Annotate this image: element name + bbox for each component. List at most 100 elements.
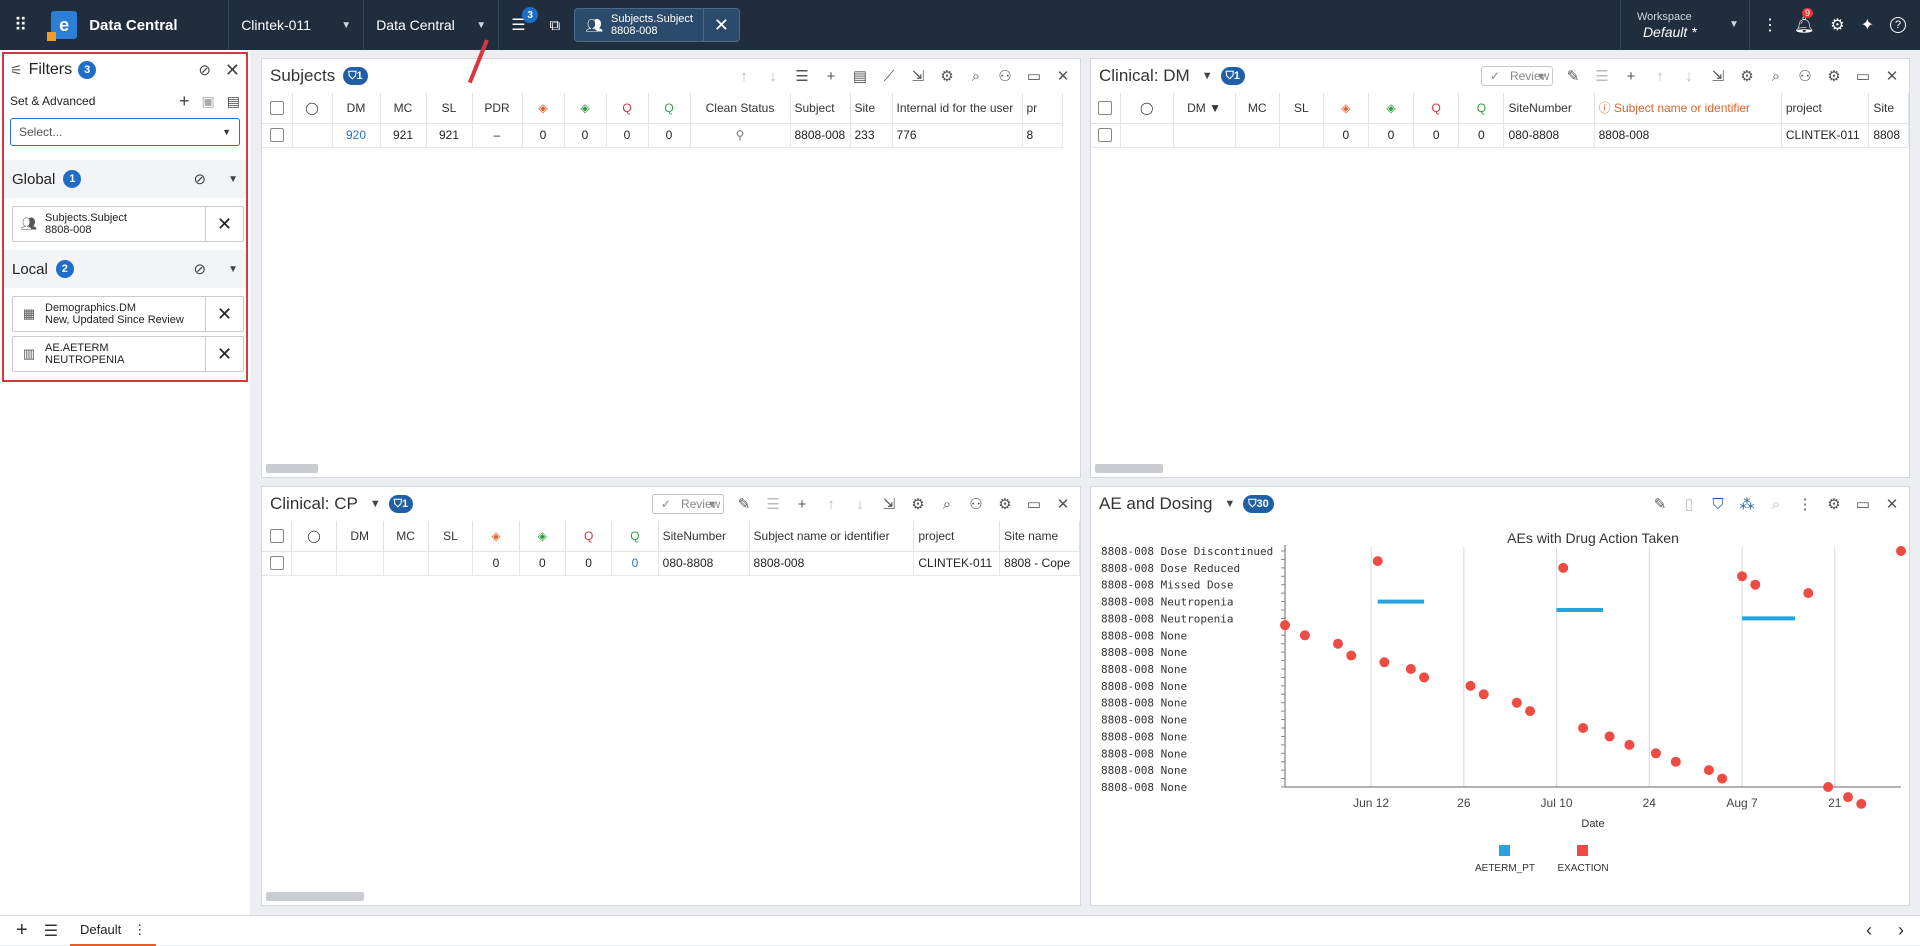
pencil-icon[interactable]: ✎ xyxy=(1651,495,1669,513)
select-all-checkbox[interactable] xyxy=(269,529,284,544)
horizontal-scrollbar[interactable] xyxy=(266,464,318,473)
cell-query-answered[interactable]: 0 xyxy=(611,551,659,576)
chevron-right-icon[interactable]: › xyxy=(1898,920,1904,941)
more-options-icon[interactable]: ⋮ xyxy=(1796,495,1814,513)
export-icon[interactable]: ⇲ xyxy=(1709,67,1727,85)
add-tab-icon[interactable]: + xyxy=(16,919,28,942)
gear-icon[interactable]: ⚙ xyxy=(938,67,956,85)
col-project[interactable]: project xyxy=(1781,93,1870,124)
query-answered-icon[interactable]: Q xyxy=(648,93,691,124)
export-icon[interactable]: ⇲ xyxy=(909,67,927,85)
close-icon[interactable]: ✕ xyxy=(1054,495,1072,513)
col-pr[interactable]: pr xyxy=(1022,93,1063,124)
remove-filter-button[interactable]: ✕ xyxy=(205,297,243,331)
linked-windows-icon[interactable]: ⧉ xyxy=(550,17,561,34)
shapes-icon[interactable]: ⁂ xyxy=(1738,495,1756,513)
arrow-down-icon[interactable]: ↓ xyxy=(1680,68,1698,85)
user-check-icon[interactable]: ⚇ xyxy=(1796,67,1814,85)
col-sl[interactable]: SL xyxy=(428,521,474,552)
help-icon[interactable]: ? xyxy=(1890,17,1906,33)
more-options-icon[interactable]: ⋮ xyxy=(1762,15,1778,35)
col-dm[interactable]: DM ▼ xyxy=(1173,93,1236,124)
settings-icon[interactable]: ⚙ xyxy=(1825,495,1843,513)
clear-filters-icon[interactable]: ⊘ xyxy=(194,170,207,188)
document-icon[interactable]: ▤ xyxy=(851,67,869,85)
tab-list-icon[interactable]: ☰ xyxy=(44,921,58,941)
col-site[interactable]: Site xyxy=(1868,93,1909,124)
module-selector[interactable]: Data Central ▼ xyxy=(364,0,500,50)
clipboard-icon[interactable]: ▯ xyxy=(1680,495,1698,513)
gear-icon[interactable]: ⚙ xyxy=(909,495,927,513)
search-icon[interactable]: ⌕ xyxy=(967,68,985,85)
line-chart-icon[interactable]: ⟋ xyxy=(880,68,898,85)
chevron-down-icon[interactable]: ▼ xyxy=(228,174,238,185)
more-options-icon[interactable]: ⋮ xyxy=(133,922,146,938)
close-icon[interactable]: ✕ xyxy=(1883,67,1901,85)
table-row[interactable]: 920 921 921 – 0 0 0 0 ⚲ 8808-008 233 776… xyxy=(262,123,1063,148)
tag-check-icon[interactable]: ◈ xyxy=(564,93,607,124)
col-site-name[interactable]: Site name xyxy=(999,521,1080,552)
chevron-down-icon[interactable]: ▼ xyxy=(228,264,238,275)
horizontal-scrollbar[interactable] xyxy=(266,892,364,901)
list-icon[interactable]: ☰ xyxy=(764,495,782,513)
chevron-down-icon[interactable]: ▼ xyxy=(1202,70,1213,82)
clear-filters-icon[interactable]: ⊘ xyxy=(198,61,211,79)
query-answered-icon[interactable]: Q xyxy=(1458,93,1505,124)
user-check-icon[interactable]: ⚇ xyxy=(996,67,1014,85)
table-row[interactable]: 0 0 0 0 080-8808 8808-008 CLINTEK-011 88… xyxy=(1091,123,1909,148)
remove-filter-button[interactable]: ✕ xyxy=(205,337,243,371)
settings-icon[interactable]: ⚙ xyxy=(996,495,1014,513)
chevron-left-icon[interactable]: ‹ xyxy=(1866,920,1872,941)
col-dm[interactable]: DM xyxy=(336,521,384,552)
chevron-down-icon[interactable]: ▼ xyxy=(370,498,381,510)
layout-icon[interactable]: ▭ xyxy=(1854,495,1872,513)
close-icon[interactable]: ✕ xyxy=(1054,67,1072,85)
comment-icon[interactable]: ◯ xyxy=(291,521,337,552)
study-selector[interactable]: Clintek-011 ▼ xyxy=(229,0,365,50)
filter-toggle-button[interactable]: ☰ 3 xyxy=(511,7,539,35)
col-project[interactable]: project xyxy=(913,521,1001,552)
edit-review-icon[interactable]: ✎ xyxy=(735,495,753,513)
col-pdr[interactable]: PDR xyxy=(472,93,523,124)
settings-icon[interactable]: ⚙ xyxy=(1825,67,1843,85)
col-site[interactable]: Site xyxy=(850,93,893,124)
tag-icon[interactable]: ◈ xyxy=(522,93,565,124)
col-sl[interactable]: SL xyxy=(1279,93,1324,124)
workspace-selector[interactable]: Workspace Default * ▼ xyxy=(1619,0,1750,50)
review-button[interactable]: ✓ Review ▾ xyxy=(651,494,724,514)
col-subject[interactable]: Subject xyxy=(790,93,851,124)
query-icon[interactable]: Q xyxy=(1413,93,1460,124)
col-subject-name[interactable]: ⓘ Subject name or identifier xyxy=(1594,93,1782,124)
review-button[interactable]: ✓ Review ▾ xyxy=(1480,66,1553,86)
chevron-down-icon[interactable]: ▼ xyxy=(1224,498,1235,510)
tag-icon[interactable]: ◈ xyxy=(1323,93,1369,124)
remove-filter-button[interactable]: ✕ xyxy=(205,207,243,241)
notifications-button[interactable]: 🔔︎ 9 xyxy=(1794,8,1814,35)
layout-icon[interactable]: ▭ xyxy=(1854,67,1872,85)
select-all-checkbox[interactable] xyxy=(269,101,284,116)
apps-menu-button[interactable]: ⠿ xyxy=(0,0,39,50)
search-icon[interactable]: ⌕ xyxy=(938,496,956,513)
list-icon[interactable]: ☰ xyxy=(793,67,811,85)
row-checkbox[interactable] xyxy=(269,556,284,571)
gear-icon[interactable]: ⚙ xyxy=(1738,67,1756,85)
col-dm[interactable]: DM xyxy=(332,93,381,124)
close-icon[interactable]: ✕ xyxy=(225,60,240,81)
col-sl[interactable]: SL xyxy=(426,93,473,124)
tag-check-icon[interactable]: ◈ xyxy=(519,521,566,552)
query-answered-icon[interactable]: Q xyxy=(611,521,659,552)
col-sitenumber[interactable]: SiteNumber xyxy=(658,521,750,552)
arrow-up-icon[interactable]: ↑ xyxy=(735,68,753,85)
search-icon[interactable]: ⌕ xyxy=(1767,68,1785,85)
comment-icon[interactable]: ◯ xyxy=(1120,93,1174,124)
local-filter-card[interactable]: ▦ Demographics.DM New, Updated Since Revi… xyxy=(12,296,244,332)
add-icon[interactable]: + xyxy=(179,91,190,112)
arrow-down-icon[interactable]: ↓ xyxy=(851,496,869,513)
row-checkbox[interactable] xyxy=(269,128,284,143)
save-icon[interactable]: ▣ xyxy=(202,93,215,110)
col-mc[interactable]: MC xyxy=(383,521,429,552)
gear-icon[interactable]: ⚙ xyxy=(1830,15,1844,35)
edit-review-icon[interactable]: ✎ xyxy=(1564,67,1582,85)
search-icon[interactable]: ⌕ xyxy=(1767,496,1785,513)
layout-icon[interactable]: ▭ xyxy=(1025,495,1043,513)
